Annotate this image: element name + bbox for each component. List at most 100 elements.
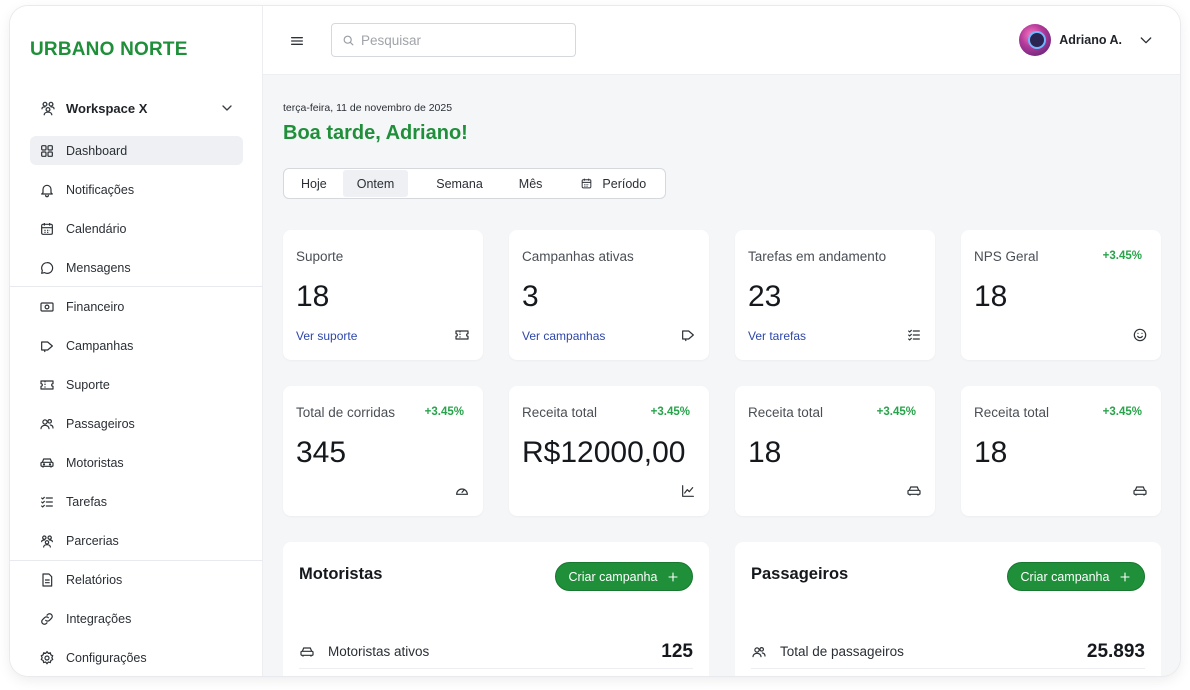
card-delta: +3.45% bbox=[424, 406, 464, 418]
stat-card-campanhas: Campanhas ativas 3 Ver campanhas bbox=[509, 230, 709, 360]
checklist-icon bbox=[41, 496, 53, 508]
card-label: NPS Geral bbox=[974, 249, 1039, 264]
card-value: 18 bbox=[748, 436, 782, 469]
card-label: Receita total bbox=[974, 405, 1050, 420]
stat-card-receita-2: Receita total +3.45% 18 bbox=[735, 386, 935, 516]
card-label: Campanhas ativas bbox=[522, 249, 634, 264]
panel-motoristas: Motoristas Criar campanha Motoristas ati… bbox=[283, 542, 709, 676]
sidebar-item-integracoes[interactable]: Integrações bbox=[30, 604, 243, 633]
stat-card-receita: Receita total +3.45% R$12000,00 bbox=[509, 386, 709, 516]
stat-card-nps: NPS Geral +3.45% 18 bbox=[961, 230, 1161, 360]
megaphone-icon bbox=[41, 340, 53, 352]
ticket-icon bbox=[455, 330, 469, 340]
period-hoje[interactable]: Hoje bbox=[285, 170, 343, 197]
card-value: 345 bbox=[296, 436, 347, 469]
stat-card-suporte: Suporte 18 Ver suporte bbox=[283, 230, 483, 360]
car-icon bbox=[907, 486, 921, 496]
sidebar-item-label: Mensagens bbox=[66, 260, 131, 275]
row-label: Total de passageiros bbox=[780, 644, 904, 659]
button-label: Criar campanha bbox=[1020, 569, 1110, 584]
search-icon bbox=[343, 35, 354, 45]
card-link[interactable]: Ver suporte bbox=[296, 329, 357, 343]
sidebar-item-label: Motoristas bbox=[66, 455, 124, 470]
sidebar-item-motoristas[interactable]: Motoristas bbox=[30, 448, 243, 477]
workspace-switcher[interactable]: Workspace X bbox=[30, 96, 243, 120]
card-link[interactable]: Ver tarefas bbox=[748, 329, 806, 343]
sidebar-item-label: Passageiros bbox=[66, 416, 135, 431]
card-link[interactable]: Ver campanhas bbox=[522, 329, 605, 343]
sidebar-item-mensagens[interactable]: Mensagens bbox=[30, 253, 243, 282]
search-input[interactable] bbox=[361, 32, 561, 48]
sidebar-item-relatorios[interactable]: Relatórios bbox=[30, 565, 243, 594]
megaphone-icon bbox=[682, 330, 694, 342]
sidebar-item-campanhas[interactable]: Campanhas bbox=[30, 331, 243, 360]
card-delta: +3.45% bbox=[876, 406, 916, 418]
search-box[interactable] bbox=[331, 23, 576, 57]
workspace-name: Workspace X bbox=[66, 100, 148, 116]
calendar-icon bbox=[582, 178, 592, 189]
car-icon bbox=[1133, 486, 1147, 496]
user-menu[interactable]: Adriano A. bbox=[1019, 23, 1154, 57]
card-delta: +3.45% bbox=[1102, 406, 1142, 418]
checklist-icon bbox=[908, 329, 920, 341]
sidebar-item-configuracoes[interactable]: Configurações bbox=[30, 643, 243, 672]
stat-card-corridas: Total de corridas +3.45% 345 bbox=[283, 386, 483, 516]
team-icon bbox=[41, 101, 55, 116]
card-value: R$12000,00 bbox=[522, 436, 686, 469]
period-semana[interactable]: Semana bbox=[408, 170, 497, 197]
card-value: 23 bbox=[748, 280, 782, 313]
create-campaign-button[interactable]: Criar campanha bbox=[1007, 562, 1145, 591]
panel-passageiros: Passageiros Criar campanha Total de pass… bbox=[735, 542, 1161, 676]
smile-icon bbox=[1133, 328, 1147, 342]
stat-card-receita-3: Receita total +3.45% 18 bbox=[961, 386, 1161, 516]
period-custom[interactable]: Período bbox=[556, 170, 664, 197]
sidebar-item-calendario[interactable]: Calendário bbox=[30, 214, 243, 243]
sidebar-item-financeiro[interactable]: Financeiro bbox=[30, 292, 243, 321]
card-label: Receita total bbox=[748, 405, 824, 420]
car-icon bbox=[40, 457, 54, 468]
plus-icon bbox=[1120, 571, 1131, 582]
link-icon bbox=[41, 612, 53, 625]
message-icon bbox=[41, 261, 54, 274]
divider bbox=[10, 286, 263, 287]
card-value: 18 bbox=[974, 436, 1008, 469]
avatar[interactable] bbox=[1019, 24, 1052, 56]
card-label: Suporte bbox=[296, 249, 344, 264]
card-label: Receita total bbox=[522, 405, 598, 420]
card-value: 18 bbox=[296, 280, 330, 313]
brand-logo: URBANO NORTE bbox=[30, 39, 188, 60]
panel-title: Motoristas bbox=[299, 565, 383, 583]
sidebar-item-label: Relatórios bbox=[66, 572, 123, 587]
user-name: Adriano A. bbox=[1059, 33, 1122, 47]
sidebar-item-passageiros[interactable]: Passageiros bbox=[30, 409, 243, 438]
sidebar-nav: Dashboard Notificações Calendário Mensag… bbox=[10, 136, 263, 676]
sidebar-item-dashboard[interactable]: Dashboard bbox=[30, 136, 243, 165]
sidebar-item-tarefas[interactable]: Tarefas bbox=[30, 487, 243, 516]
button-label: Criar campanha bbox=[568, 569, 658, 584]
period-filter: Hoje Ontem Semana Mês Período bbox=[283, 168, 667, 199]
sidebar-item-suporte[interactable]: Suporte bbox=[30, 370, 243, 399]
sidebar-item-parcerias[interactable]: Parcerias bbox=[30, 526, 243, 555]
row-value: 25.893 bbox=[1086, 640, 1145, 662]
period-custom-label: Período bbox=[602, 176, 647, 191]
menu-icon[interactable] bbox=[289, 33, 305, 49]
users-icon bbox=[40, 418, 54, 429]
plus-icon bbox=[668, 571, 679, 582]
card-value: 3 bbox=[522, 280, 539, 313]
speedometer-icon bbox=[456, 488, 468, 495]
list-item[interactable]: Total de passageiros 25.893 bbox=[751, 635, 1145, 669]
sidebar-item-label: Campanhas bbox=[66, 338, 134, 353]
sidebar-item-label: Dashboard bbox=[66, 143, 128, 158]
chevron-down-icon[interactable] bbox=[219, 100, 235, 116]
period-mes[interactable]: Mês bbox=[497, 170, 557, 197]
card-delta: +3.45% bbox=[650, 406, 690, 418]
list-item[interactable]: Motoristas ativos 125 bbox=[299, 635, 693, 669]
create-campaign-button[interactable]: Criar campanha bbox=[555, 562, 693, 591]
period-ontem[interactable]: Ontem bbox=[342, 170, 409, 197]
sidebar: URBANO NORTE Workspace X Dashboard Notif… bbox=[10, 6, 263, 676]
report-icon bbox=[42, 572, 53, 587]
chevron-down-icon[interactable] bbox=[1138, 32, 1154, 48]
car-icon bbox=[300, 646, 314, 657]
ticket-icon bbox=[40, 379, 54, 390]
sidebar-item-notificacoes[interactable]: Notificações bbox=[30, 175, 243, 204]
